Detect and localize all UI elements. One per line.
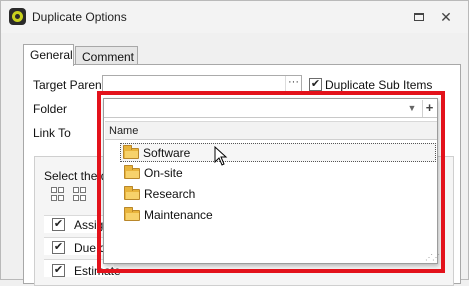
folder-icon — [124, 165, 140, 179]
link-to-label: Link To — [33, 126, 71, 140]
row-label: Due d — [74, 241, 107, 255]
node-label: Maintenance — [144, 208, 213, 222]
duplicate-options-dialog: Duplicate Options ✕ General Comment Targ… — [0, 0, 469, 286]
fields-group-caption: Select the d — [44, 169, 108, 183]
title-bar: Duplicate Options ✕ — [1, 1, 468, 33]
browse-button[interactable]: ··· — [285, 76, 301, 93]
folder-dropdown: ▼ + Name Software On-site Research Maint… — [103, 98, 440, 264]
add-folder-button[interactable]: + — [422, 100, 436, 117]
target-parent-input[interactable]: ··· — [102, 75, 302, 94]
duplicate-sub-items-label: Duplicate Sub Items — [325, 78, 433, 92]
node-label: Research — [144, 187, 196, 201]
row-checkbox[interactable]: ✔ — [52, 264, 65, 277]
folder-icon — [124, 186, 140, 200]
window-title: Duplicate Options — [32, 10, 127, 24]
resize-grip-icon[interactable]: ⋰⋰ — [425, 254, 440, 264]
row-label: Assig — [74, 218, 104, 232]
folder-icon — [123, 145, 139, 159]
node-label: On-site — [144, 166, 183, 180]
folder-icon — [124, 207, 140, 221]
restore-icon[interactable] — [411, 9, 427, 25]
app-logo-icon — [9, 8, 26, 25]
folder-combo[interactable]: ▼ + — [104, 99, 437, 118]
check-all-icon[interactable] — [51, 187, 65, 201]
tree-node-software[interactable]: Software — [120, 143, 436, 162]
folder-label: Folder — [33, 102, 68, 116]
name-column-header[interactable]: Name — [105, 121, 437, 140]
tab-general[interactable]: General — [23, 44, 74, 66]
node-label: Software — [143, 146, 191, 160]
close-icon[interactable]: ✕ — [438, 9, 454, 25]
target-parent-label: Target Parent — [33, 78, 106, 92]
uncheck-all-icon[interactable] — [73, 187, 87, 201]
row-checkbox[interactable]: ✔ — [52, 218, 65, 231]
row-checkbox[interactable]: ✔ — [52, 241, 65, 254]
tab-comment[interactable]: Comment — [75, 46, 138, 65]
row-label: Estimate — [74, 264, 121, 278]
mouse-cursor-icon — [214, 146, 228, 166]
duplicate-sub-items-checkbox[interactable]: ✔ — [309, 78, 322, 91]
name-column-label: Name — [109, 125, 139, 137]
chevron-down-icon[interactable]: ▼ — [405, 100, 419, 117]
